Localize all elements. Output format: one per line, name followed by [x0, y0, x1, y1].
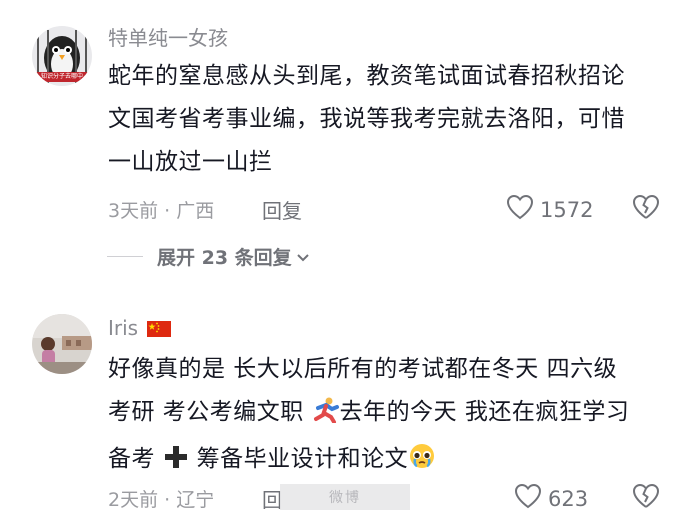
photo-avatar-icon: [32, 314, 92, 374]
comment-text: 好像真的是 长大以后所有的考试都在冬天 四六级 考研 考公考编文职 去年的今天 …: [108, 348, 648, 485]
comment-location: 辽宁: [176, 489, 215, 511]
comment-text: 蛇年的窒息感从头到尾，教资笔试面试春招秋招论文国考省考事业编，我说等我考完就去洛…: [108, 63, 625, 175]
avatar[interactable]: 知识分子去哪中: [32, 26, 92, 86]
heart-outline-icon: [506, 194, 534, 225]
username-text: Iris: [108, 316, 139, 340]
expand-replies-button[interactable]: 展开 23 条回复: [107, 243, 310, 270]
avatar[interactable]: [32, 314, 92, 374]
expand-replies-label: 展开 23 条回复: [157, 247, 292, 269]
broken-heart-icon: [632, 483, 660, 513]
dislike-button[interactable]: [632, 194, 660, 224]
dislike-button[interactable]: [632, 483, 660, 513]
username[interactable]: Iris: [108, 316, 172, 342]
comment-location: 广西: [176, 200, 215, 222]
like-count: 623: [548, 486, 589, 511]
heart-outline-icon: [514, 483, 542, 514]
reply-button[interactable]: 回复: [262, 195, 302, 224]
like-button[interactable]: 1572: [506, 194, 593, 225]
like-button[interactable]: 623: [514, 483, 588, 514]
username[interactable]: 特单纯一女孩: [108, 26, 228, 50]
broken-heart-icon: [632, 194, 660, 224]
pleading-face-emoji: [408, 442, 436, 485]
running-person-emoji: [312, 395, 340, 438]
divider: [107, 256, 143, 257]
reply-button[interactable]: 回: [262, 484, 282, 513]
chevron-down-icon: [296, 246, 310, 268]
comment-time: 2天前: [108, 489, 159, 511]
comment-meta: 2天前 · 辽宁: [108, 489, 215, 511]
watermark-overlay: 微博: [280, 484, 410, 510]
china-flag-icon: [147, 318, 172, 342]
comment-time: 3天前: [108, 200, 159, 222]
plus-emoji: [163, 442, 189, 485]
like-count: 1572: [540, 197, 594, 222]
comment-text-part: 筹备毕业设计和论文: [188, 446, 409, 472]
avatar-caption: 知识分子去哪中: [40, 73, 83, 80]
comment-meta: 3天前 · 广西: [108, 200, 215, 222]
